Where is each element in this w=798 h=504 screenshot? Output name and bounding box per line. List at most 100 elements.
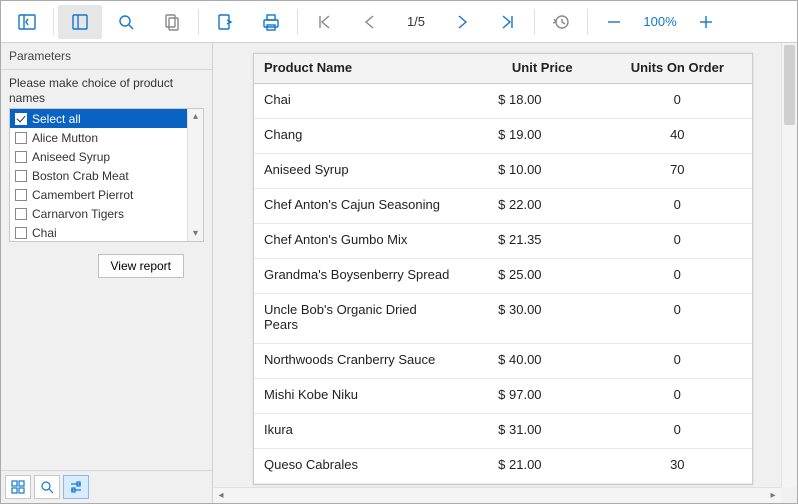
table-row: Ikura$ 31.000 [254,414,752,449]
cell-product-name: Ikura [254,414,463,449]
list-item-label: Camembert Pierrot [32,188,133,202]
parameters-tab[interactable] [63,475,89,499]
thumbnails-tab[interactable] [5,475,31,499]
copy-button[interactable] [150,5,194,39]
search-button[interactable] [104,5,148,39]
last-page-icon [499,13,517,31]
cell-unit-price: $ 19.00 [463,119,602,154]
listbox-scrollbar[interactable]: ▴ ▾ [187,109,203,241]
parameters-prompt: Please make choice of product names [9,76,204,106]
list-item[interactable]: Camembert Pierrot [10,185,187,204]
minus-icon [605,13,623,31]
list-item[interactable]: Aniseed Syrup [10,147,187,166]
last-page-button[interactable] [486,5,530,39]
checkbox[interactable] [15,227,27,239]
separator [297,9,298,35]
table-row: Uncle Bob's Organic Dried Pears$ 30.000 [254,294,752,344]
checkbox[interactable] [15,170,27,182]
single-page-icon [71,13,89,31]
search-icon [117,13,135,31]
history-icon [552,13,570,31]
cell-units-on-order: 0 [603,84,752,119]
checkbox[interactable] [15,208,27,220]
list-item[interactable]: Alice Mutton [10,128,187,147]
table-row: Chef Anton's Gumbo Mix$ 21.350 [254,224,752,259]
checkbox[interactable] [15,189,27,201]
sidebar-toggle-button[interactable] [5,5,49,39]
cell-unit-price: $ 18.00 [463,84,602,119]
vertical-scrollbar[interactable] [781,43,797,487]
single-page-button[interactable] [58,5,102,39]
list-item[interactable]: Select all [10,109,187,128]
table-row: Chai$ 18.000 [254,84,752,119]
cell-product-name: Grandma's Boysenberry Spread [254,259,463,294]
cell-product-name: Aniseed Syrup [254,154,463,189]
page-indicator[interactable]: 1/5 [394,14,438,29]
copy-icon [163,13,181,31]
cell-unit-price: $ 97.00 [463,379,602,414]
list-item[interactable]: Chai [10,223,187,241]
grid-icon [11,480,25,494]
cell-units-on-order: 0 [603,294,752,344]
print-button[interactable] [249,5,293,39]
horizontal-scrollbar[interactable]: ◂ ▸ [213,487,781,503]
checkbox[interactable] [15,132,27,144]
history-button[interactable] [539,5,583,39]
zoom-level[interactable]: 100% [638,14,682,29]
cell-unit-price: $ 30.00 [463,294,602,344]
export-button[interactable] [203,5,247,39]
list-item[interactable]: Carnarvon Tigers [10,204,187,223]
sidebar-view-tabs [1,470,212,503]
zoom-out-button[interactable] [592,5,636,39]
cell-unit-price: $ 40.00 [463,344,602,379]
cell-product-name: Uncle Bob's Organic Dried Pears [254,294,463,344]
cell-units-on-order: 70 [603,154,752,189]
scroll-thumb[interactable] [784,45,795,125]
cell-unit-price: $ 21.35 [463,224,602,259]
product-listbox[interactable]: Select all Alice Mutton Aniseed Syrup Bosto… [9,108,204,242]
list-item[interactable]: Boston Crab Meat [10,166,187,185]
table-row: Chef Anton's Cajun Seasoning$ 22.000 [254,189,752,224]
search-tab[interactable] [34,475,60,499]
list-item-label: Chai [32,226,57,240]
cell-units-on-order: 30 [603,449,752,484]
separator [534,9,535,35]
col-unit-price: Unit Price [463,54,602,84]
list-item-label: Select all [32,112,81,126]
first-page-button[interactable] [302,5,346,39]
cell-unit-price: $ 21.00 [463,449,602,484]
cell-units-on-order: 0 [603,189,752,224]
cell-units-on-order: 0 [603,259,752,294]
scroll-up-icon: ▴ [193,111,198,122]
cell-units-on-order: 0 [603,414,752,449]
col-units-on-order: Units On Order [603,54,752,84]
report-table: Product Name Unit Price Units On Order C… [254,54,752,484]
print-icon [261,13,281,31]
separator [53,9,54,35]
list-item-label: Carnarvon Tigers [32,207,124,221]
checkbox[interactable] [15,113,27,125]
view-report-button[interactable]: View report [98,254,184,278]
search-small-icon [40,480,54,494]
scroll-left-icon: ◂ [213,488,229,504]
cell-product-name: Mishi Kobe Niku [254,379,463,414]
parameters-title: Parameters [1,43,212,70]
report-viewer: Product Name Unit Price Units On Order C… [213,43,797,503]
report-page: Product Name Unit Price Units On Order C… [253,53,753,485]
cell-units-on-order: 0 [603,224,752,259]
list-item-label: Boston Crab Meat [32,169,129,183]
cell-product-name: Chai [254,84,463,119]
sliders-icon [69,480,83,494]
next-page-icon [453,13,471,31]
cell-product-name: Queso Cabrales [254,449,463,484]
table-row: Grandma's Boysenberry Spread$ 25.000 [254,259,752,294]
prev-page-button[interactable] [348,5,392,39]
cell-product-name: Chang [254,119,463,154]
next-page-button[interactable] [440,5,484,39]
zoom-in-button[interactable] [684,5,728,39]
checkbox[interactable] [15,151,27,163]
parameters-panel: Parameters Please make choice of product… [1,43,213,503]
list-item-label: Alice Mutton [32,131,98,145]
table-row: Mishi Kobe Niku$ 97.000 [254,379,752,414]
table-row: Northwoods Cranberry Sauce$ 40.000 [254,344,752,379]
